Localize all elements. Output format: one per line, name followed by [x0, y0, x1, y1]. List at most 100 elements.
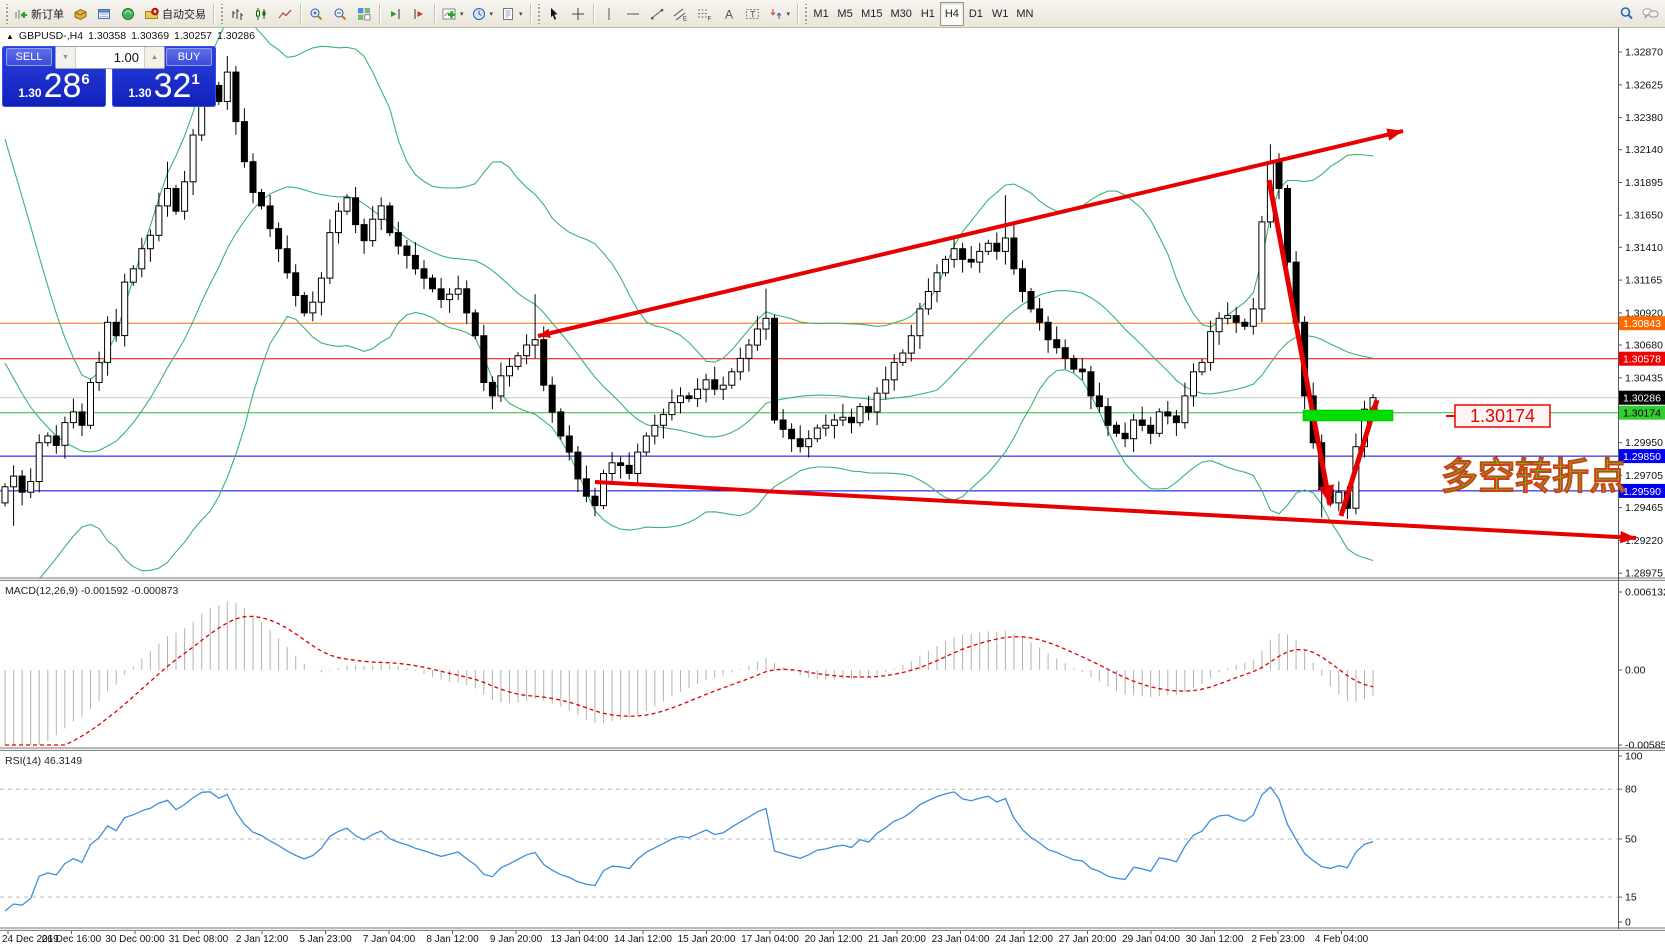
toolbar-grip[interactable]	[219, 4, 223, 24]
toolbar-grip[interactable]	[4, 4, 8, 24]
sell-button[interactable]: SELL	[6, 48, 52, 66]
toolbar-separator	[530, 4, 531, 24]
timeframe-m15-button[interactable]: M15	[857, 2, 886, 26]
new-order-label: 新订单	[31, 6, 64, 22]
toolbar-grip[interactable]	[536, 4, 540, 24]
autotrading-label: 自动交易	[162, 6, 206, 22]
svg-text:13 Jan 04:00: 13 Jan 04:00	[551, 934, 609, 945]
tile-windows-button[interactable]	[352, 2, 376, 26]
quote-low: 1.30257	[174, 30, 212, 42]
arrows-button[interactable]: ▾	[765, 2, 795, 26]
svg-text:1.30435: 1.30435	[1625, 372, 1663, 384]
trendline-button[interactable]	[645, 2, 669, 26]
svg-text:5 Jan 23:00: 5 Jan 23:00	[299, 934, 352, 945]
svg-text:1.31410: 1.31410	[1625, 242, 1663, 254]
zoom-in-icon	[309, 7, 323, 21]
svg-text:1.30680: 1.30680	[1625, 340, 1663, 352]
svg-text:100: 100	[1625, 751, 1643, 763]
svg-text:4 Feb 04:00: 4 Feb 04:00	[1315, 934, 1369, 945]
svg-text:1.29465: 1.29465	[1625, 502, 1663, 514]
equidistant-channel-button[interactable]: E	[669, 2, 693, 26]
timeframe-d1-button[interactable]: D1	[964, 2, 988, 26]
timeframe-m30-button[interactable]: M30	[886, 2, 915, 26]
dropdown-caret: ▾	[519, 10, 523, 18]
chart-area[interactable]: 1.328701.326251.323801.321401.318951.316…	[0, 28, 1665, 946]
autotrading-icon	[144, 7, 159, 21]
svg-text:1.31895: 1.31895	[1625, 177, 1663, 189]
volume-spinner: ▼ 1.00 ▲	[55, 46, 165, 69]
new-order-button[interactable]: 新订单	[10, 2, 68, 26]
text-label-button[interactable]: T	[741, 2, 765, 26]
svg-text:50: 50	[1625, 834, 1637, 846]
timeframe-label: M15	[861, 8, 882, 20]
market-watch-button[interactable]	[68, 2, 92, 26]
templates-button[interactable]: ▾	[497, 2, 527, 26]
svg-text:T: T	[750, 9, 756, 19]
text-icon: A	[722, 7, 736, 21]
svg-text:A: A	[725, 7, 733, 21]
svg-text:2 Jan 12:00: 2 Jan 12:00	[236, 934, 289, 945]
timeframe-mn-button[interactable]: MN	[1012, 2, 1037, 26]
periods-button[interactable]: ▾	[468, 2, 498, 26]
timeframe-m1-button[interactable]: M1	[809, 2, 833, 26]
fibonacci-icon: F	[697, 7, 712, 21]
svg-text:1.29950: 1.29950	[1625, 437, 1663, 449]
fibonacci-button[interactable]: F	[693, 2, 717, 26]
equidistant-channel-icon: E	[673, 7, 688, 21]
indicators-button[interactable]: ▾	[438, 2, 468, 26]
svg-text:1.32870: 1.32870	[1625, 47, 1663, 59]
data-window-button[interactable]	[92, 2, 116, 26]
volume-input[interactable]: 1.00	[76, 47, 144, 68]
text-button[interactable]: A	[717, 2, 741, 26]
quote-high: 1.30369	[131, 30, 169, 42]
new-order-icon	[14, 7, 28, 21]
autotrading-button[interactable]: 自动交易	[140, 2, 210, 26]
timeframe-m5-button[interactable]: M5	[833, 2, 857, 26]
timeframe-label: M30	[890, 8, 911, 20]
svg-text:26 Dec 16:00: 26 Dec 16:00	[42, 934, 102, 945]
svg-text:30 Dec 00:00: 30 Dec 00:00	[105, 934, 165, 945]
timeframe-label: M5	[837, 8, 852, 20]
note-text-turning-point[interactable]: 多空转折点	[1441, 455, 1626, 498]
toolbar-separator	[434, 4, 435, 24]
key-level-highlight-bar[interactable]	[1303, 410, 1393, 421]
cursor-button[interactable]	[542, 2, 566, 26]
horizontal-line-button[interactable]	[621, 2, 645, 26]
search-icon	[1619, 6, 1634, 21]
symbol-quote-bar: ▲ GBPUSD-,H4 1.30358 1.30369 1.30257 1.3…	[6, 30, 255, 42]
price-tag-1-30174[interactable]: 1.30174	[1446, 405, 1550, 427]
chart-autoscroll-button[interactable]	[407, 2, 431, 26]
collapse-arrow-icon[interactable]: ▲	[6, 32, 14, 41]
svg-text:24 Jan 12:00: 24 Jan 12:00	[995, 934, 1053, 945]
svg-text:E: E	[683, 16, 687, 21]
chart-shift-button[interactable]	[383, 2, 407, 26]
timeframe-h1-button[interactable]: H1	[916, 2, 940, 26]
candlestick-chart-button[interactable]	[249, 2, 273, 26]
svg-text:0.006132: 0.006132	[1625, 587, 1665, 599]
chat-button[interactable]	[1638, 2, 1663, 26]
svg-text:23 Jan 04:00: 23 Jan 04:00	[932, 934, 990, 945]
timeframe-h4-button[interactable]: H4	[940, 2, 964, 26]
line-chart-button[interactable]	[273, 2, 297, 26]
volume-decrease-button[interactable]: ▼	[56, 47, 76, 68]
crosshair-button[interactable]	[566, 2, 590, 26]
horizontal-line-icon	[626, 7, 640, 21]
svg-text:30 Jan 12:00: 30 Jan 12:00	[1186, 934, 1244, 945]
vertical-line-button[interactable]	[597, 2, 621, 26]
zoom-in-button[interactable]	[304, 2, 328, 26]
timeframe-w1-button[interactable]: W1	[988, 2, 1013, 26]
search-button[interactable]	[1614, 2, 1638, 26]
dropdown-caret: ▾	[460, 10, 464, 18]
quote-close: 1.30286	[217, 30, 255, 42]
bar-chart-icon	[230, 7, 244, 21]
chat-icon	[1642, 7, 1659, 21]
zoom-out-button[interactable]	[328, 2, 352, 26]
svg-text:1.32625: 1.32625	[1625, 79, 1663, 91]
bar-chart-button[interactable]	[225, 2, 249, 26]
cursor-icon	[547, 7, 561, 21]
buy-button[interactable]: BUY	[166, 48, 212, 66]
navigator-button[interactable]	[116, 2, 140, 26]
volume-increase-button[interactable]: ▲	[144, 47, 164, 68]
svg-text:21 Jan 20:00: 21 Jan 20:00	[868, 934, 926, 945]
toolbar-grip[interactable]	[803, 4, 807, 24]
